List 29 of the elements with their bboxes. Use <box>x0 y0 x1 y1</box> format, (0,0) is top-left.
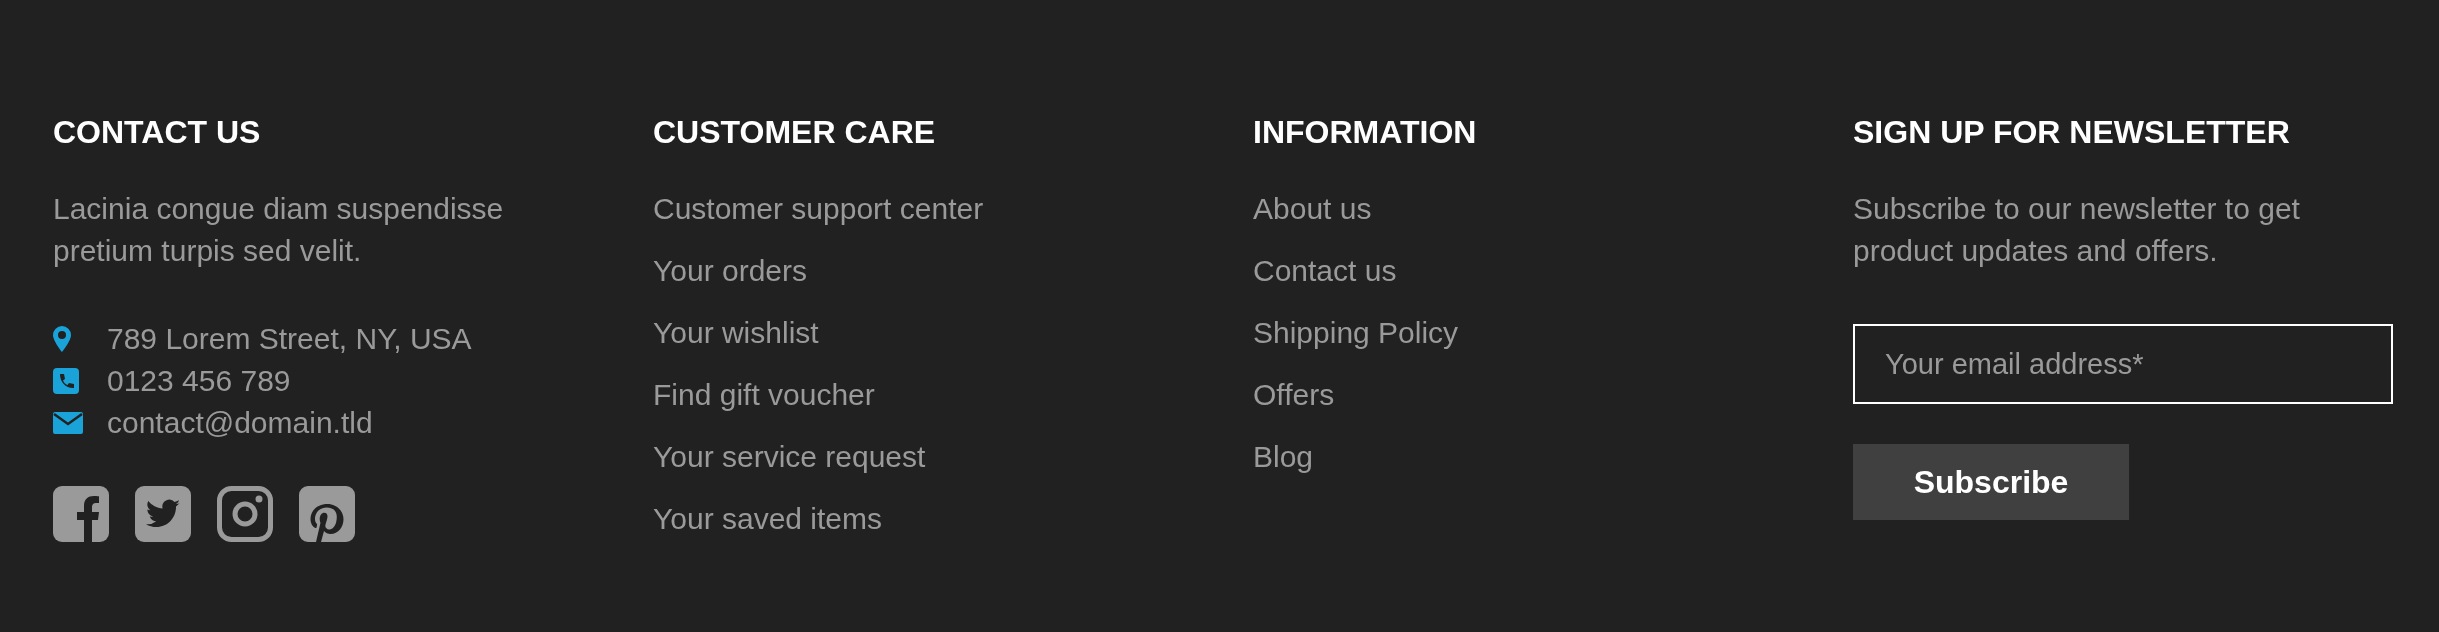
footer-link[interactable]: Contact us <box>1253 250 1397 292</box>
column-heading: CONTACT US <box>53 113 261 152</box>
footer-link[interactable]: Your saved items <box>653 498 882 540</box>
footer-link[interactable]: Customer support center <box>653 188 984 230</box>
envelope-icon <box>53 412 83 434</box>
contact-detail: contact@domain.tld <box>107 405 373 441</box>
footer-link[interactable]: Offers <box>1253 374 1335 416</box>
contact-detail: 0123 456 789 <box>107 363 291 399</box>
footer-link[interactable]: Shipping Policy <box>1253 312 1459 354</box>
pinterest-icon[interactable] <box>299 486 355 542</box>
phone-icon <box>53 368 79 394</box>
footer-link[interactable]: About us <box>1253 188 1372 230</box>
column-heading: CUSTOMER CARE <box>653 113 936 152</box>
footer-link[interactable]: Find gift voucher <box>653 374 875 416</box>
footer-link[interactable]: Your orders <box>653 250 807 292</box>
twitter-icon[interactable] <box>135 486 191 542</box>
subscribe-button[interactable]: Subscribe <box>1853 444 2129 520</box>
map-pin-icon <box>53 326 71 352</box>
email-field[interactable]: Your email address* <box>1853 324 2393 404</box>
facebook-icon[interactable] <box>53 486 109 542</box>
description-text: Subscribe to our newsletter to get product updates and offers. <box>1853 191 2301 269</box>
instagram-icon[interactable] <box>217 486 273 542</box>
column-heading: INFORMATION <box>1253 113 1477 152</box>
description-text: Lacinia congue diam suspendisse pretium turpis sed velit. <box>53 191 505 269</box>
column-heading: SIGN UP FOR NEWSLETTER <box>1853 113 2290 152</box>
contact-detail: 789 Lorem Street, NY, USA <box>107 321 472 357</box>
footer-link[interactable]: Your wishlist <box>653 312 819 354</box>
footer-link[interactable]: Blog <box>1253 436 1314 478</box>
footer-link[interactable]: Your service request <box>653 436 926 478</box>
